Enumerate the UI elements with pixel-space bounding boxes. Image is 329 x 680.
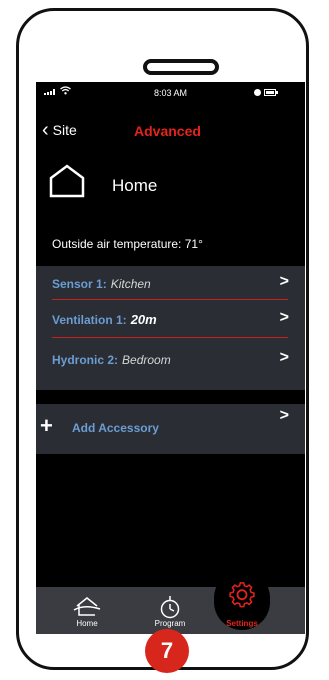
app-screen: 8:03 AM ‹ Site Advanced Home Outside air…: [36, 82, 305, 634]
accessory-value: Bedroom: [122, 352, 171, 367]
page-title: Advanced: [134, 123, 201, 139]
add-accessory-button[interactable]: + Add Accessory >: [36, 404, 305, 454]
accessory-label: Ventilation 1:: [52, 312, 127, 327]
tab-label: Program: [154, 619, 186, 628]
tab-home[interactable]: Home: [57, 587, 117, 634]
outside-temperature: Outside air temperature: 71°: [52, 237, 203, 251]
accessory-value: 20m: [130, 312, 157, 327]
chevron-left-icon: ‹: [42, 119, 49, 141]
alarm-icon: [254, 89, 261, 96]
site-name: Home: [112, 176, 158, 195]
chevron-right-icon: >: [279, 273, 289, 290]
chevron-right-icon: >: [279, 309, 289, 326]
add-accessory-label: Add Accessory: [72, 421, 159, 435]
tab-label: Home: [76, 619, 98, 628]
row-divider: [52, 299, 288, 300]
accessory-list: Sensor 1: Kitchen > Ventilation 1: 20m >…: [36, 266, 305, 390]
accessory-row-ventilation[interactable]: Ventilation 1: 20m >: [36, 302, 305, 337]
tab-settings[interactable]: Settings: [212, 574, 272, 634]
chevron-right-icon: >: [279, 407, 289, 424]
battery-icon: [264, 89, 278, 96]
home-icon: [73, 597, 101, 616]
timer-icon: [160, 596, 180, 619]
accessory-row-hydronic[interactable]: Hydronic 2: Bedroom >: [36, 342, 305, 377]
accessory-label: Hydronic 2:: [52, 352, 119, 367]
chevron-right-icon: >: [279, 349, 289, 366]
accessory-value: Kitchen: [110, 276, 151, 291]
house-icon: [49, 164, 85, 198]
gear-icon: [229, 582, 255, 608]
tab-program[interactable]: Program: [140, 587, 200, 634]
row-divider: [52, 337, 288, 338]
accessory-label: Sensor 1:: [52, 276, 107, 291]
back-label: Site: [52, 122, 77, 138]
plus-icon: +: [40, 413, 53, 438]
status-bar: 8:03 AM: [36, 82, 305, 104]
accessory-row-sensor[interactable]: Sensor 1: Kitchen >: [36, 266, 305, 301]
speaker-grille: [143, 59, 219, 75]
tab-label: Settings: [226, 619, 258, 628]
step-badge: 7: [145, 629, 189, 673]
back-button[interactable]: ‹ Site: [42, 119, 77, 141]
